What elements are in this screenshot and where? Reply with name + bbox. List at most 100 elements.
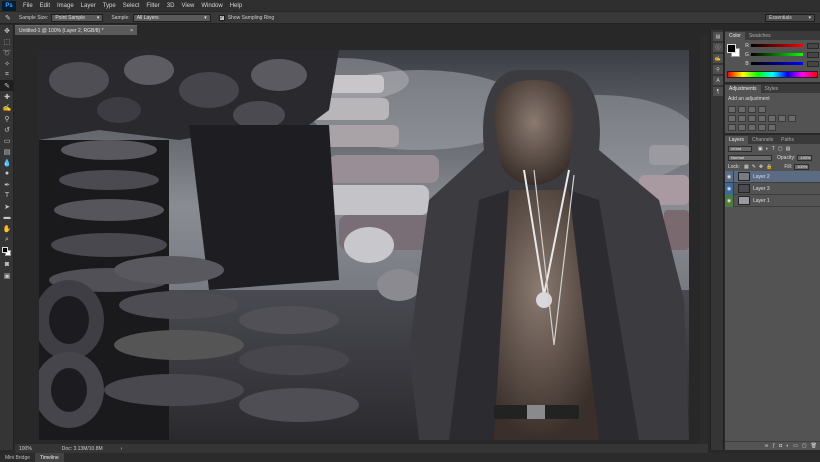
blend-mode-select[interactable]: Normal	[728, 154, 772, 161]
sample-select[interactable]: All Layers ▾	[132, 13, 211, 22]
filter-shape-icon[interactable]: ▢	[778, 146, 783, 152]
show-sampling-ring-checkbox[interactable]: ✓	[218, 14, 225, 21]
tab-timeline[interactable]: Timeline	[35, 453, 64, 462]
zoom-level[interactable]: 100%	[19, 446, 32, 452]
invert-icon[interactable]	[728, 124, 736, 131]
eye-icon[interactable]: ◉	[725, 182, 734, 195]
menu-type[interactable]: Type	[103, 3, 116, 9]
healing-tool-icon[interactable]: ✚	[0, 91, 14, 102]
layer-row[interactable]: ◉ Layer 2	[725, 170, 820, 183]
photo-filter-icon[interactable]	[768, 115, 776, 122]
eraser-tool-icon[interactable]: ▭	[0, 135, 14, 146]
tab-layers[interactable]: Layers	[725, 136, 749, 144]
tab-mini-bridge[interactable]: Mini Bridge	[0, 453, 35, 462]
history-brush-tool-icon[interactable]: ↺	[0, 124, 14, 135]
lock-image-icon[interactable]: ✎	[752, 164, 756, 170]
menu-image[interactable]: Image	[57, 3, 74, 9]
close-icon[interactable]: ×	[130, 28, 133, 34]
menu-select[interactable]: Select	[123, 3, 140, 9]
link-layers-icon[interactable]: ∞	[765, 443, 769, 449]
filter-smart-object-icon[interactable]: ▤	[786, 146, 791, 152]
new-layer-icon[interactable]: ▢	[802, 443, 807, 449]
zoom-tool-icon[interactable]: ⌕	[0, 234, 14, 245]
tab-swatches[interactable]: Swatches	[745, 32, 775, 40]
paragraph-panel-icon[interactable]: ¶	[713, 87, 723, 96]
filter-pixel-icon[interactable]: ▣	[758, 146, 763, 152]
brush-panel-icon[interactable]: ✍	[713, 54, 723, 63]
selective-color-icon[interactable]	[768, 124, 776, 131]
layer-row[interactable]: ◉ Layer 3	[725, 182, 820, 195]
sample-size-select[interactable]: Point Sample ▾	[51, 13, 104, 22]
menu-file[interactable]: File	[23, 3, 33, 9]
delete-layer-icon[interactable]: 🗑	[811, 443, 817, 449]
posterize-icon[interactable]	[738, 124, 746, 131]
chevron-right-icon[interactable]: ›	[121, 446, 123, 452]
workspace-select[interactable]: Essentials ▾	[765, 14, 815, 22]
hue-saturation-icon[interactable]	[738, 115, 746, 122]
blue-value-field[interactable]	[807, 60, 819, 67]
lasso-tool-icon[interactable]: ➰	[0, 47, 14, 58]
eye-icon[interactable]: ◉	[725, 170, 734, 183]
new-adjustment-layer-icon[interactable]: ◐	[786, 443, 789, 449]
brightness-contrast-icon[interactable]	[728, 106, 736, 113]
screen-mode-icon[interactable]: ▣	[0, 270, 14, 281]
eyedropper-icon[interactable]: ✎	[5, 14, 11, 22]
tab-channels[interactable]: Channels	[748, 136, 777, 144]
path-selection-tool-icon[interactable]: ➤	[0, 201, 14, 212]
marquee-tool-icon[interactable]: ⬚	[0, 36, 14, 47]
tab-paths[interactable]: Paths	[777, 136, 798, 144]
lock-transparent-icon[interactable]: ▦	[744, 164, 749, 170]
green-value-field[interactable]	[807, 51, 819, 58]
move-tool-icon[interactable]: ✥	[0, 25, 14, 36]
history-panel-icon[interactable]: ▤	[713, 32, 723, 41]
layer-row[interactable]: ◉ Layer 1	[725, 194, 820, 207]
lock-position-icon[interactable]: ✥	[759, 164, 763, 170]
blur-tool-icon[interactable]: 💧	[0, 157, 14, 168]
menu-layer[interactable]: Layer	[81, 3, 96, 9]
document-canvas[interactable]	[39, 50, 689, 440]
eye-icon[interactable]: ◉	[725, 194, 734, 207]
shape-tool-icon[interactable]: ▬	[0, 212, 14, 223]
exposure-icon[interactable]	[758, 106, 766, 113]
red-slider[interactable]	[751, 44, 803, 47]
lock-all-icon[interactable]: 🔒	[766, 164, 772, 170]
gradient-map-icon[interactable]	[758, 124, 766, 131]
channel-mixer-icon[interactable]	[778, 115, 786, 122]
color-spectrum[interactable]	[727, 71, 818, 78]
curves-icon[interactable]	[748, 106, 756, 113]
vibrance-icon[interactable]	[728, 115, 736, 122]
clone-source-panel-icon[interactable]: ⚲	[713, 65, 723, 74]
menu-help[interactable]: Help	[230, 3, 242, 9]
black-white-icon[interactable]	[758, 115, 766, 122]
type-tool-icon[interactable]: T	[0, 190, 14, 201]
filter-adjustment-icon[interactable]: ◐	[766, 146, 769, 152]
threshold-icon[interactable]	[748, 124, 756, 131]
color-balance-icon[interactable]	[748, 115, 756, 122]
menu-window[interactable]: Window	[201, 3, 222, 9]
quick-mask-icon[interactable]: ◙	[0, 259, 14, 270]
tab-adjustments[interactable]: Adjustments	[725, 85, 761, 93]
green-slider[interactable]	[751, 53, 803, 56]
levels-icon[interactable]	[738, 106, 746, 113]
menu-filter[interactable]: Filter	[146, 3, 159, 9]
new-group-icon[interactable]: ▭	[793, 443, 798, 449]
blue-slider[interactable]	[751, 62, 803, 65]
red-value-field[interactable]	[807, 42, 819, 49]
filter-type-icon[interactable]: T	[772, 146, 775, 152]
gradient-tool-icon[interactable]: ▤	[0, 146, 14, 157]
clone-stamp-tool-icon[interactable]: ⚲	[0, 113, 14, 124]
dodge-tool-icon[interactable]: ●	[0, 168, 14, 179]
eyedropper-tool-icon[interactable]: ✎	[0, 80, 14, 91]
crop-tool-icon[interactable]: ⌗	[0, 69, 14, 80]
quick-select-tool-icon[interactable]: ✧	[0, 58, 14, 69]
layer-filter-select[interactable]: ⌕ Kind	[728, 145, 752, 152]
properties-panel-icon[interactable]: ⓘ	[713, 43, 723, 52]
pen-tool-icon[interactable]: ✒	[0, 179, 14, 190]
menu-edit[interactable]: Edit	[40, 3, 50, 9]
menu-view[interactable]: View	[181, 3, 194, 9]
tab-color[interactable]: Color	[725, 32, 745, 40]
document-tab[interactable]: Untitled-1 @ 100% (Layer 2, RGB/8) * ×	[15, 25, 137, 35]
layer-style-icon[interactable]: ƒ	[772, 443, 775, 449]
foreground-color-swatch[interactable]	[727, 44, 736, 53]
foreground-color-swatch[interactable]	[2, 247, 8, 253]
